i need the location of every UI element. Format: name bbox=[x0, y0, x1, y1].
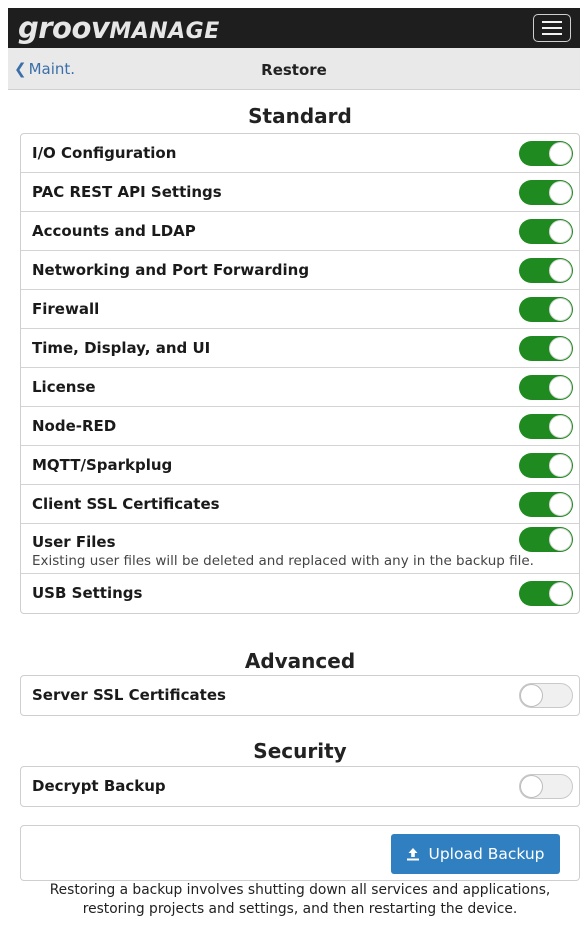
option-row-firewall: Firewall bbox=[21, 290, 579, 329]
time-display-ui-toggle[interactable] bbox=[519, 336, 573, 361]
advanced-options-panel: Server SSL Certificates bbox=[20, 675, 580, 716]
option-label: Decrypt Backup bbox=[32, 777, 166, 795]
option-label: PAC REST API Settings bbox=[32, 183, 222, 201]
groov-manage-logo: groovMANAGE bbox=[18, 11, 220, 45]
option-label: Firewall bbox=[32, 300, 100, 318]
firewall-toggle[interactable] bbox=[519, 297, 573, 322]
client-ssl-toggle[interactable] bbox=[519, 492, 573, 517]
upload-icon bbox=[407, 848, 420, 861]
networking-toggle[interactable] bbox=[519, 258, 573, 283]
option-row-accounts-ldap: Accounts and LDAP bbox=[21, 212, 579, 251]
option-row-usb-settings: USB Settings bbox=[21, 574, 579, 613]
option-label: User Files bbox=[32, 533, 116, 551]
standard-options-panel: I/O Configuration PAC REST API Settings … bbox=[20, 133, 580, 614]
option-label: Accounts and LDAP bbox=[32, 222, 196, 240]
option-row-server-ssl: Server SSL Certificates bbox=[21, 676, 579, 715]
option-row-client-ssl: Client SSL Certificates bbox=[21, 485, 579, 524]
section-title-advanced: Advanced bbox=[244, 649, 356, 673]
restore-help-text: Restoring a backup involves shutting dow… bbox=[49, 882, 551, 917]
upload-panel: Upload Backup bbox=[20, 825, 580, 881]
option-row-user-files: User Files Existing user files will be d… bbox=[21, 524, 579, 574]
option-label: USB Settings bbox=[32, 584, 143, 602]
option-row-decrypt-backup: Decrypt Backup bbox=[21, 767, 579, 806]
page-title: Restore bbox=[261, 61, 327, 79]
option-row-io-configuration: I/O Configuration bbox=[21, 134, 579, 173]
option-label: Client SSL Certificates bbox=[32, 495, 220, 513]
license-toggle[interactable] bbox=[519, 375, 573, 400]
option-label: Time, Display, and UI bbox=[32, 339, 211, 357]
usb-settings-toggle[interactable] bbox=[519, 581, 573, 606]
option-label: Node-RED bbox=[32, 417, 117, 435]
hamburger-icon bbox=[542, 21, 562, 23]
pac-rest-api-toggle[interactable] bbox=[519, 180, 573, 205]
option-label: Networking and Port Forwarding bbox=[32, 261, 310, 279]
hamburger-menu-button[interactable] bbox=[533, 14, 571, 42]
option-label: License bbox=[32, 378, 96, 396]
mqtt-sparkplug-toggle[interactable] bbox=[519, 453, 573, 478]
option-row-pac-rest-api: PAC REST API Settings bbox=[21, 173, 579, 212]
section-title-standard: Standard bbox=[248, 104, 352, 128]
option-row-mqtt-sparkplug: MQTT/Sparkplug bbox=[21, 446, 579, 485]
app-header: groovMANAGE bbox=[8, 8, 580, 48]
decrypt-backup-toggle[interactable] bbox=[519, 774, 573, 799]
option-label: Server SSL Certificates bbox=[32, 686, 226, 704]
navigation-bar: ❮ Maint. Restore bbox=[8, 48, 580, 90]
option-label: I/O Configuration bbox=[32, 144, 177, 162]
option-row-time-display-ui: Time, Display, and UI bbox=[21, 329, 579, 368]
accounts-ldap-toggle[interactable] bbox=[519, 219, 573, 244]
option-description: Existing user files will be deleted and … bbox=[32, 553, 534, 569]
upload-backup-button[interactable]: Upload Backup bbox=[391, 834, 560, 874]
node-red-toggle[interactable] bbox=[519, 414, 573, 439]
security-options-panel: Decrypt Backup bbox=[20, 766, 580, 807]
io-configuration-toggle[interactable] bbox=[519, 141, 573, 166]
option-row-node-red: Node-RED bbox=[21, 407, 579, 446]
section-title-security: Security bbox=[253, 739, 347, 763]
option-row-networking: Networking and Port Forwarding bbox=[21, 251, 579, 290]
upload-backup-label: Upload Backup bbox=[428, 845, 545, 863]
server-ssl-toggle[interactable] bbox=[519, 683, 573, 708]
user-files-toggle[interactable] bbox=[519, 527, 573, 552]
option-label: MQTT/Sparkplug bbox=[32, 456, 173, 474]
option-row-license: License bbox=[21, 368, 579, 407]
